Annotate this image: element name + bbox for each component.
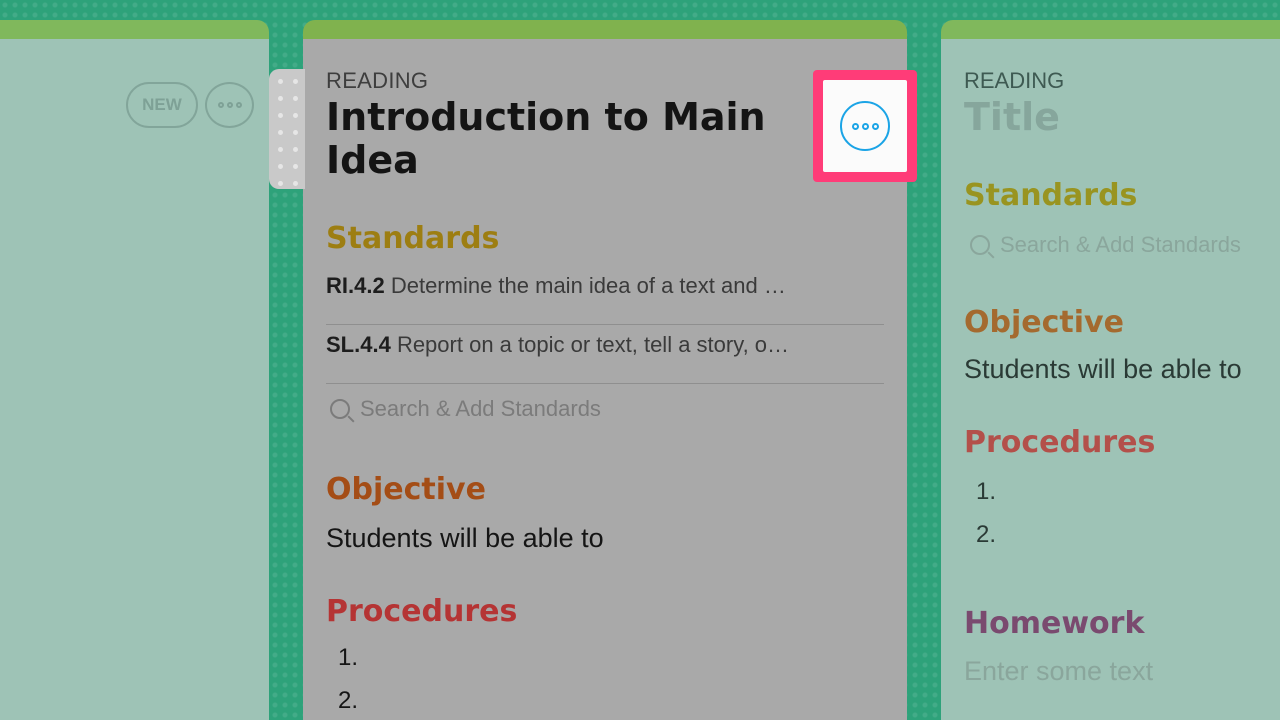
procedures-list[interactable]: 1. 2.: [338, 644, 358, 720]
objective-text[interactable]: Students will be able to: [326, 523, 604, 554]
lesson-title[interactable]: Introduction to Main Idea: [326, 96, 796, 182]
more-button-container: [823, 80, 907, 172]
column-body: [0, 39, 269, 720]
column-top-bar: [303, 20, 907, 39]
column-top-bar: [0, 20, 269, 39]
search-icon: [330, 399, 350, 419]
standard-item[interactable]: RI.4.2 Determine the main idea of a text…: [326, 267, 884, 325]
left-more-button[interactable]: [205, 82, 254, 128]
standard-code: RI.4.2: [326, 273, 385, 298]
next-lesson-title-placeholder[interactable]: Title: [964, 96, 1280, 139]
standards-heading: Standards: [326, 221, 500, 256]
procedure-item[interactable]: 2.: [976, 521, 996, 564]
drag-handle[interactable]: [269, 69, 305, 189]
highlighted-more-button-frame: [813, 70, 917, 182]
procedures-heading: Procedures: [964, 425, 1156, 460]
procedure-item[interactable]: 1.: [338, 644, 358, 687]
lesson-subject: READING: [326, 68, 429, 93]
standards-search-input[interactable]: Search & Add Standards: [330, 396, 601, 422]
standards-search-input[interactable]: Search & Add Standards: [970, 232, 1241, 258]
search-placeholder: Search & Add Standards: [1000, 232, 1241, 257]
column-top-bar: [941, 20, 1280, 39]
ellipsis-icon: [851, 122, 879, 130]
lesson-more-button[interactable]: [840, 101, 890, 151]
standard-text: Determine the main idea of a text and …: [390, 273, 786, 298]
next-lesson-card-content: READING Title Standards Search & Add Sta…: [964, 68, 1280, 686]
new-lesson-label: NEW: [142, 95, 182, 114]
lesson-card-content: READING Introduction to Main Idea Standa…: [326, 68, 886, 714]
standard-item[interactable]: SL.4.4 Report on a topic or text, tell a…: [326, 326, 884, 384]
procedures-list[interactable]: 1. 2.: [976, 478, 996, 564]
objective-heading: Objective: [964, 305, 1124, 340]
standards-heading: Standards: [964, 178, 1138, 213]
homework-input[interactable]: Enter some text: [964, 656, 1153, 687]
procedure-item[interactable]: 1.: [976, 478, 996, 521]
search-placeholder: Search & Add Standards: [360, 396, 601, 421]
procedures-heading: Procedures: [326, 594, 518, 629]
standard-code: SL.4.4: [326, 332, 391, 357]
homework-heading: Homework: [964, 606, 1145, 641]
ellipsis-icon: [217, 102, 242, 108]
objective-heading: Objective: [326, 472, 486, 507]
procedure-item[interactable]: 2.: [338, 687, 358, 720]
next-lesson-subject: READING: [964, 68, 1065, 93]
search-icon: [970, 235, 990, 255]
standard-text: Report on a topic or text, tell a story,…: [396, 332, 790, 357]
objective-text[interactable]: Students will be able to: [964, 354, 1242, 385]
new-lesson-button[interactable]: NEW: [126, 82, 198, 128]
